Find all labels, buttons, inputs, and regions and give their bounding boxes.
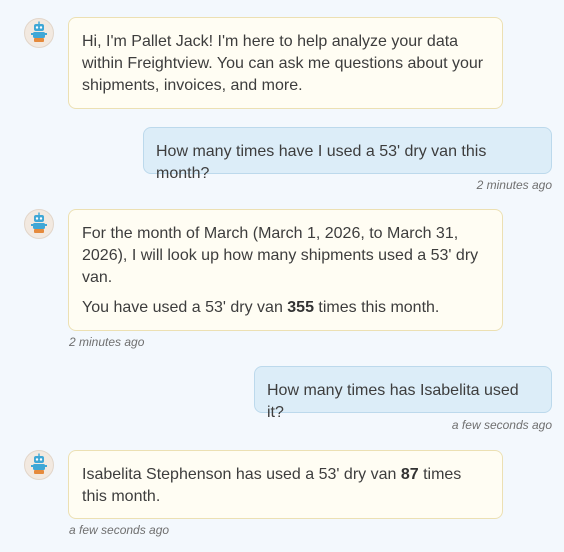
pallet-jack-robot-icon [31,453,47,474]
message-text: You have used a 53' dry van 355 times th… [82,299,440,316]
assistant-avatar [24,450,54,480]
shipment-count: 87 [400,466,419,483]
assistant-message: Isabelita Stephenson has used a 53' dry … [68,450,503,519]
assistant-avatar [24,18,54,48]
user-message: How many times have I used a 53' dry van… [143,127,552,182]
assistant-message: Hi, I'm Pallet Jack! I'm here to help an… [68,17,503,109]
assistant-message: For the month of March (March 1, 2026, t… [68,209,503,331]
assistant-avatar [24,209,54,239]
message-timestamp: 2 minutes ago [69,335,145,349]
message-text: Isabelita Stephenson has used a 53' dry … [82,466,462,505]
message-timestamp: a few seconds ago [69,523,170,537]
pallet-jack-robot-icon [31,21,47,42]
user-message: How many times has Isabelita used it? [254,366,552,421]
message-text: Hi, I'm Pallet Jack! I'm here to help an… [82,33,484,94]
shipment-count: 355 [287,299,314,316]
chat-thread: Hi, I'm Pallet Jack! I'm here to help an… [0,0,564,552]
message-timestamp: a few seconds ago [451,418,552,432]
message-timestamp: 2 minutes ago [476,178,552,192]
pallet-jack-robot-icon [31,212,47,233]
message-text: For the month of March (March 1, 2026, t… [82,225,479,286]
